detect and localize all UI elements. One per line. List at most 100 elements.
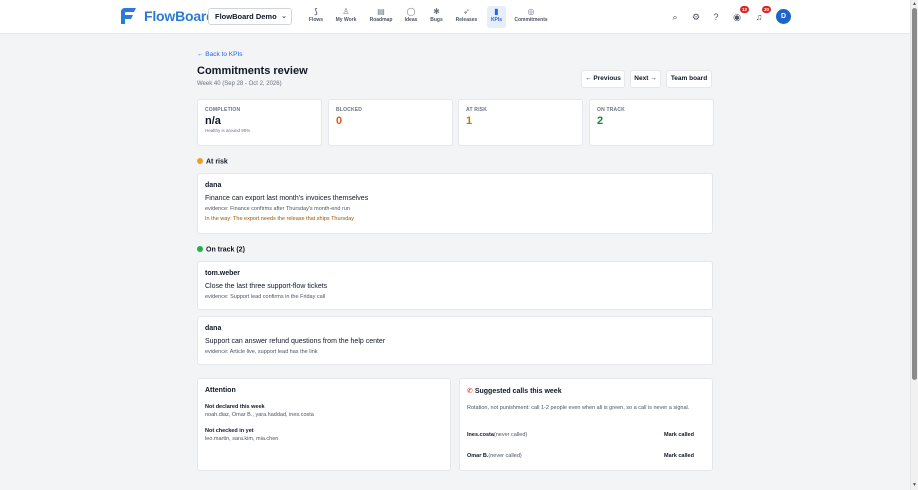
attention-panel: Attention Not declared this week noah.di… xyxy=(197,378,451,471)
stat-label: BLOCKED xyxy=(336,107,363,113)
call-note: (never called) xyxy=(488,453,522,459)
bell-icon[interactable]: ♫ 30 xyxy=(753,6,771,23)
stat-label: COMPLETION xyxy=(205,107,241,113)
at-risk-heading: At risk xyxy=(197,158,228,166)
nav-label: Releases xyxy=(455,17,478,23)
nav-label: Bugs xyxy=(430,17,443,23)
chevron-down-icon: ⌄ xyxy=(281,13,287,20)
stat-value: 0 xyxy=(336,115,343,127)
call-row-name: Ines.costa(never called) xyxy=(467,432,527,438)
roadmap-icon: ▤ xyxy=(377,7,385,16)
avatar[interactable]: D xyxy=(776,9,791,24)
commitment-card[interactable]: dana Support can answer refund questions… xyxy=(197,316,713,365)
search-icon[interactable]: ⌕ xyxy=(669,11,681,23)
nav-my-work[interactable]: ♙ My Work xyxy=(334,6,358,28)
calls-description: Rotation, not punishment: call 1-2 peopl… xyxy=(467,405,690,411)
call-note: (never called) xyxy=(493,432,528,438)
project-select[interactable]: FlowBoard Demo ⌄ xyxy=(208,8,292,25)
stat-value: n/a xyxy=(205,115,221,127)
stat-label: ON TRACK xyxy=(597,107,625,113)
phone-icon: ✆ xyxy=(467,388,473,395)
call-row-name: Omar B.(never called) xyxy=(467,453,522,459)
section-label: At risk xyxy=(206,158,228,166)
nav-commitments[interactable]: ◎ Commitments xyxy=(513,6,549,28)
commitment-owner: dana xyxy=(205,182,222,189)
app-logo[interactable]: FlowBoard xyxy=(117,5,215,27)
status-dot-icon xyxy=(197,158,203,164)
scroll-up-icon[interactable]: ▲ xyxy=(912,1,917,7)
commitment-evidence: evidence: Article live, support lead has… xyxy=(205,349,318,355)
nav-label: My Work xyxy=(335,17,357,23)
next-week-button[interactable]: Next → xyxy=(630,70,661,88)
stat-hint: Healthy is around 90% xyxy=(205,128,251,133)
nav-label: Flows xyxy=(308,17,324,23)
stat-label: AT RISK xyxy=(466,107,488,113)
help-icon[interactable]: ? xyxy=(710,11,722,23)
call-person: Ines.costa xyxy=(467,432,494,438)
previous-week-button[interactable]: ← Previous xyxy=(581,70,625,88)
commitments-icon: ◎ xyxy=(527,7,535,16)
nav-label: Commitments xyxy=(514,17,548,23)
stat-card-blocked: BLOCKED 0 xyxy=(328,99,453,146)
nav-roadmap[interactable]: ▤ Roadmap xyxy=(367,6,395,28)
back-to-kpis-link[interactable]: ← Back to KPIs xyxy=(197,51,243,58)
nav-ideas[interactable]: ◯ Ideas xyxy=(402,6,420,28)
flows-icon: ⟆ xyxy=(314,7,318,16)
suggested-calls-panel: ✆ Suggested calls this week Rotation, no… xyxy=(459,378,713,471)
section-label: On track (2) xyxy=(206,246,245,254)
nav-flows[interactable]: ⟆ Flows xyxy=(305,6,327,28)
call-person: Omar B. xyxy=(467,453,489,459)
stat-card-completion: COMPLETION n/a Healthy is around 90% xyxy=(197,99,322,146)
status-dot-icon xyxy=(197,246,203,252)
notification-badge: 12 xyxy=(739,6,749,13)
bar-chart-icon: ▮ xyxy=(494,7,499,16)
page-scrollbar[interactable]: ▲ ▼ xyxy=(910,0,918,490)
scrollbar-thumb[interactable] xyxy=(912,8,917,380)
stat-value: 2 xyxy=(597,115,604,127)
commitment-card[interactable]: dana Finance can export last month's inv… xyxy=(197,173,713,234)
panel-title-text: Suggested calls this week xyxy=(474,388,562,395)
nav-bugs[interactable]: ✱ Bugs xyxy=(428,6,445,28)
commitment-owner: dana xyxy=(205,325,222,332)
suggested-calls-title: ✆ Suggested calls this week xyxy=(467,387,562,395)
commitment-blocker: In the way: The export needs the release… xyxy=(205,216,354,222)
flowboard-logo-icon xyxy=(121,8,136,24)
commitment-evidence: evidence: Support lead confirms in the F… xyxy=(205,294,326,300)
project-select-value: FlowBoard Demo xyxy=(215,12,277,21)
on-track-heading: On track (2) xyxy=(197,246,245,254)
attention-title: Attention xyxy=(205,387,236,394)
lightbulb-icon: ◯ xyxy=(406,7,416,16)
nav-label: KPIs xyxy=(490,17,503,23)
mark-called-button[interactable]: Mark called xyxy=(664,432,694,438)
commitment-card[interactable]: tom.weber Close the last three support-f… xyxy=(197,261,713,310)
stat-card-at-risk: AT RISK 1 xyxy=(458,99,583,146)
commitment-owner: tom.weber xyxy=(205,270,241,277)
nav-kpis[interactable]: ▮ KPIs xyxy=(487,6,506,28)
app-name: FlowBoard xyxy=(144,8,215,24)
commitment-evidence: evidence: Finance confirms after Thursda… xyxy=(205,206,350,212)
commitment-title: Support can answer refund questions from… xyxy=(205,338,386,345)
not-checked-label: Not checked in yet xyxy=(205,428,254,434)
not-checked-list: leo.martin, sara.kim, mia.chen xyxy=(205,436,279,442)
nav-label: Roadmap xyxy=(369,17,393,23)
week-label: Week 40 (Sep 28 - Oct 2, 2026) xyxy=(197,81,282,87)
stat-card-on-track: ON TRACK 2 xyxy=(589,99,714,146)
page-title: Commitments review xyxy=(197,65,308,77)
commitment-title: Close the last three support-flow ticket… xyxy=(205,283,328,290)
gear-icon[interactable]: ⚙ xyxy=(690,11,702,23)
bug-icon: ✱ xyxy=(433,7,440,16)
person-icon: ♙ xyxy=(342,7,350,16)
top-navigation-bar: FlowBoard FlowBoard Demo ⌄ ⟆ Flows ♙ My … xyxy=(0,0,910,34)
nav-releases[interactable]: ➶ Releases xyxy=(454,6,479,28)
commitment-title: Finance can export last month's invoices… xyxy=(205,195,369,202)
mark-called-button[interactable]: Mark called xyxy=(664,453,694,459)
not-declared-list: noah.diaz, Omar B., yara.haddad, ines.co… xyxy=(205,412,314,418)
team-board-button[interactable]: Team board xyxy=(666,70,712,88)
not-declared-label: Not declared this week xyxy=(205,404,265,410)
rocket-icon: ➶ xyxy=(463,7,470,16)
scroll-down-icon[interactable]: ▼ xyxy=(912,482,917,488)
nav-label: Ideas xyxy=(404,17,418,23)
activity-icon[interactable]: ◉ 12 xyxy=(731,6,749,23)
stat-value: 1 xyxy=(466,115,473,127)
notification-badge: 30 xyxy=(761,6,771,13)
